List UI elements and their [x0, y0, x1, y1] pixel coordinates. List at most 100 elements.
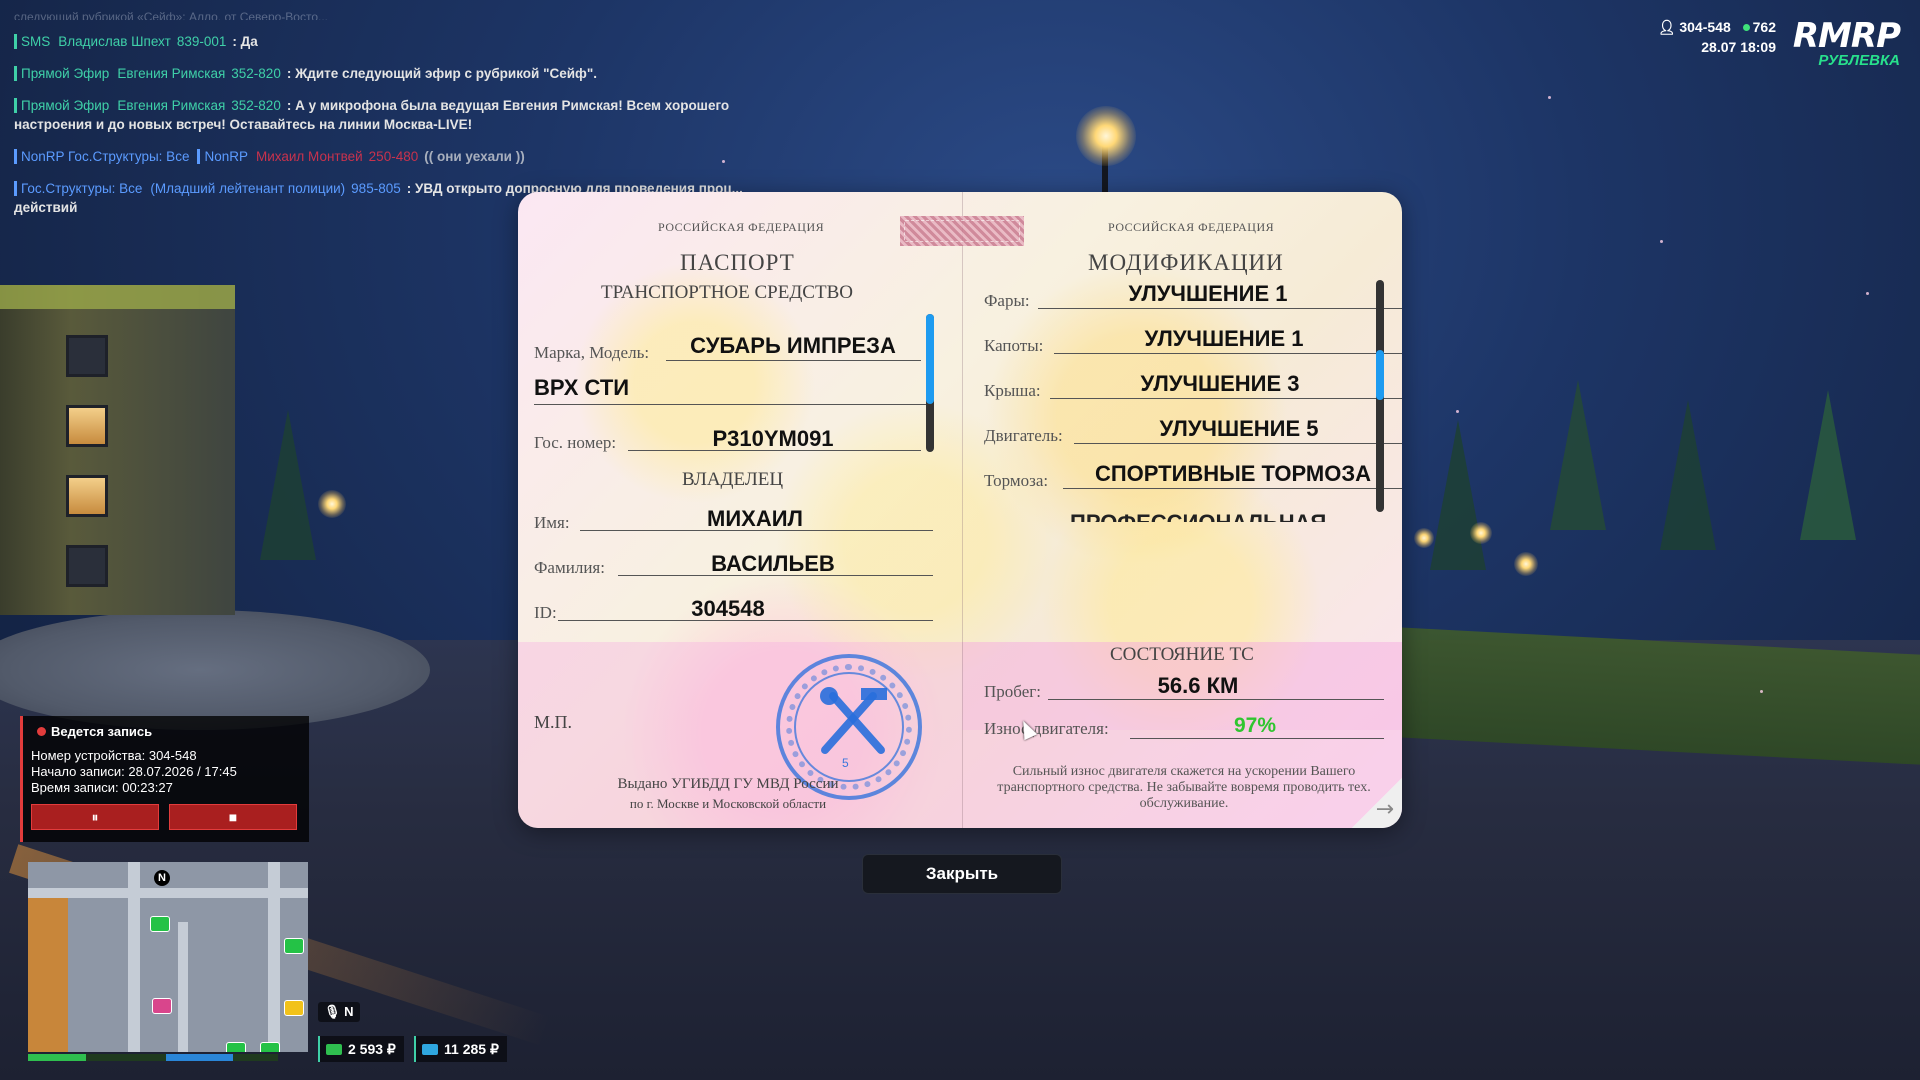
- chat-channel: Гос.Структуры: Все: [14, 181, 143, 196]
- snow-particle: [1760, 690, 1763, 693]
- bank-display: 11 285 ₽: [414, 1036, 507, 1062]
- tree: [260, 410, 316, 560]
- chat-line: NonRP Гос.Структуры: Все NonRP Михаил Монт…: [14, 147, 774, 166]
- online-value: 762: [1752, 19, 1776, 35]
- stop-button[interactable]: ■: [169, 804, 297, 830]
- last-name-label: Фамилия:: [534, 558, 605, 577]
- chat-line-faded: следующий рубрикой «Сейф»: Алло, от Севе…: [14, 10, 329, 20]
- mod-value: УЛУЧШЕНИЕ 1: [1144, 326, 1304, 351]
- snow-particle: [1660, 240, 1663, 243]
- chat-line: Прямой Эфир Евгения Римская 352-820: Ждите…: [14, 64, 774, 83]
- store-marker-icon[interactable]: [226, 1042, 246, 1052]
- plate-label: Гос. номер:: [534, 433, 617, 452]
- field-line: [1130, 738, 1384, 739]
- mileage-label: Пробег:: [984, 682, 1041, 701]
- pause-button[interactable]: ⏸: [31, 804, 159, 830]
- make-value: СУБАРЬ ИМПРЕЗА: [690, 333, 896, 358]
- bank-value: 11 285 ₽: [444, 1041, 499, 1057]
- cash-display: 2 593 ₽: [318, 1036, 404, 1062]
- chat-sender: Евгения Римская: [117, 98, 226, 113]
- left-scrollbar[interactable]: [926, 314, 934, 452]
- mod-label: Тормоза:: [984, 471, 1049, 490]
- chat-sender: Михаил Монтвей: [255, 149, 363, 164]
- cash-icon: [326, 1044, 342, 1055]
- country-label: РОССИЙСКАЯ ФЕДЕРАЦИЯ: [658, 220, 825, 234]
- server-hud: 👤︎ 304-548 762 28.07 18:09 RMRP РУБЛЕВКА: [1657, 14, 1920, 74]
- building-window: [66, 405, 108, 447]
- building-window: [66, 475, 108, 517]
- north-icon: N: [154, 870, 170, 886]
- mod-value-cut: ПРОФЕССИОНАЛЬНАЯ: [1070, 510, 1326, 522]
- chat-channel-secondary: NonRP: [197, 149, 248, 164]
- mod-label: Капоты:: [984, 336, 1044, 355]
- issued-region: по г. Москве и Московской области: [629, 796, 827, 811]
- tree: [1550, 380, 1606, 530]
- cash-value: 2 593 ₽: [348, 1041, 396, 1057]
- maintenance-note: Сильный износ двигателя скажется на уско…: [997, 764, 1371, 811]
- street-lamp: [318, 490, 346, 518]
- wear-value: 97%: [1233, 714, 1277, 737]
- date-time: 28.07 18:09: [1701, 39, 1776, 55]
- building: [0, 285, 235, 615]
- recording-info: Номер устройства: 304-548 Начало записи:…: [31, 748, 237, 796]
- owner-heading: ВЛАДЕЛЕЦ: [682, 469, 784, 490]
- device-value: 304-548: [148, 748, 197, 763]
- last-name-value: ВАСИЛЬЕВ: [711, 551, 835, 576]
- snow-particle: [1866, 292, 1869, 295]
- wear-label: Износ двигателя:: [984, 719, 1109, 738]
- mic-state: N: [344, 1004, 354, 1019]
- mileage-value: 56.6 КМ: [1157, 673, 1239, 698]
- tree: [1660, 400, 1716, 550]
- mods-scroll-thumb[interactable]: [1376, 350, 1384, 400]
- snow-particle: [1548, 96, 1551, 99]
- store-marker-icon[interactable]: [150, 916, 170, 932]
- field-line: [1063, 488, 1402, 489]
- stamp-number: 5: [842, 756, 849, 770]
- vehicle-passport: РОССИЙСКАЯ ФЕДЕРАЦИЯ ПАСПОРТ ТРАНСПОРТНО…: [518, 192, 1402, 828]
- mod-value: УЛУЧШЕНИЕ 5: [1159, 416, 1319, 441]
- person-icon: 👤︎: [1657, 19, 1676, 35]
- start-row: Начало записи: 28.07.2026 / 17:45: [31, 764, 237, 780]
- left-scroll-thumb[interactable]: [926, 314, 934, 404]
- arrow-right-icon[interactable]: →: [1376, 797, 1394, 822]
- state-title: СОСТОЯНИЕ ТС: [1110, 644, 1254, 665]
- job-marker-icon[interactable]: [284, 1000, 304, 1016]
- device-label: Номер устройства:: [31, 748, 146, 763]
- building-roof: [0, 285, 235, 309]
- mods-title: МОДИФИКАЦИИ: [1088, 250, 1284, 275]
- server-name: РУБЛЕВКА: [1818, 52, 1900, 69]
- field-line: [1054, 353, 1402, 354]
- mod-value: СПОРТИВНЫЕ ТОРМОЗА: [1094, 461, 1372, 486]
- duration-label: Время записи:: [31, 780, 119, 795]
- health-bar: [28, 1054, 86, 1061]
- street-lamp: [1414, 528, 1434, 548]
- street-lamp: [1076, 106, 1136, 166]
- recording-title-text: Ведется запись: [51, 724, 153, 739]
- chat-channel: Прямой Эфир: [14, 66, 110, 81]
- store-marker-icon[interactable]: [260, 1042, 280, 1052]
- close-button[interactable]: Закрыть: [862, 854, 1062, 894]
- duration-value: 00:23:27: [122, 780, 173, 795]
- mod-label: Фары:: [984, 291, 1030, 310]
- chat-text: : Да: [232, 34, 258, 49]
- field-line: [1050, 398, 1402, 399]
- passport-subtitle: ТРАНСПОРТНОЕ СРЕДСТВО: [601, 282, 853, 303]
- time: 18:09: [1740, 39, 1776, 55]
- server-logo: RMRP: [1792, 16, 1901, 56]
- ornament-icon: [900, 216, 1024, 246]
- store-marker-icon[interactable]: [284, 938, 304, 954]
- duration-row: Время записи: 00:23:27: [31, 780, 237, 796]
- mod-label: Крыша:: [984, 381, 1041, 400]
- snow-particle: [1456, 410, 1459, 413]
- mod-value: УЛУЧШЕНИЕ 1: [1128, 281, 1288, 306]
- bank-card-icon: [422, 1044, 438, 1055]
- minimap-land: [28, 892, 68, 1052]
- voice-indicator: 🎙︎ N: [318, 1002, 360, 1022]
- id-value: 304548: [691, 596, 765, 621]
- field-line: [1048, 699, 1384, 700]
- mods-scrollbar[interactable]: [1376, 280, 1384, 512]
- online-count: 762: [1735, 19, 1776, 35]
- mod-value: УЛУЧШЕНИЕ 3: [1140, 371, 1300, 396]
- minimap[interactable]: N: [28, 862, 308, 1052]
- first-name-label: Имя:: [534, 513, 570, 532]
